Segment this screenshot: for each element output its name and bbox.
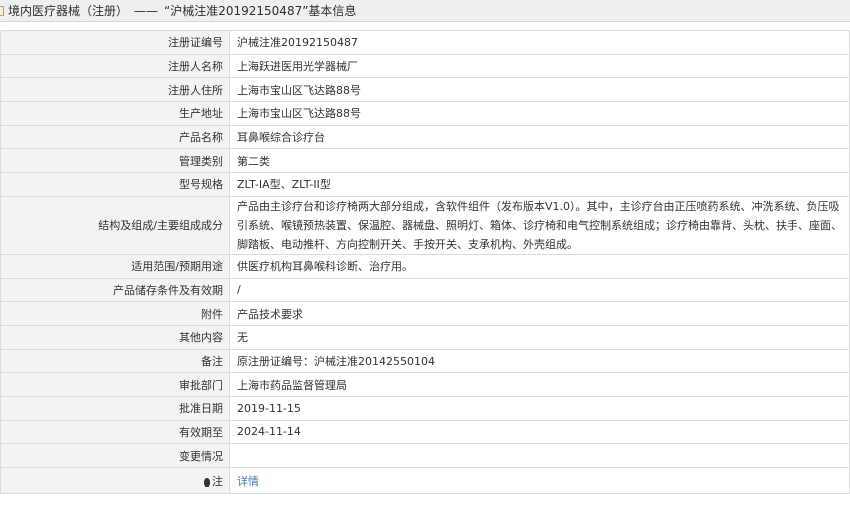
- row-value: 详情: [229, 467, 850, 494]
- page-header: 境内医疗器械（注册） —— “沪械注准20192150487”基本信息: [0, 0, 850, 22]
- row-label: 适用范围/预期用途: [0, 253, 230, 279]
- row-label: 结构及组成/主要组成成分: [0, 195, 230, 255]
- row-label: 注册人名称: [0, 53, 230, 79]
- row-value: 耳鼻喉综合诊疗台: [229, 124, 850, 150]
- row-label: 型号规格: [0, 172, 230, 197]
- page-title: “沪械注准20192150487”基本信息: [164, 4, 357, 18]
- table-row: 其他内容 无: [0, 324, 850, 350]
- row-value: 无: [229, 324, 850, 350]
- row-label: 产品名称: [0, 124, 230, 150]
- row-value: 沪械注准20192150487: [229, 30, 850, 55]
- row-value: 2019-11-15: [229, 395, 850, 421]
- row-label: 变更情况: [0, 443, 230, 468]
- table-row: 变更情况: [0, 443, 850, 468]
- details-link[interactable]: 详情: [237, 475, 259, 488]
- row-value: 上海市宝山区飞达路88号: [229, 101, 850, 126]
- lightbulb-icon: [204, 477, 210, 487]
- table-row: 产品储存条件及有效期 /: [0, 277, 850, 303]
- row-label: 生产地址: [0, 101, 230, 126]
- row-value: 第二类: [229, 148, 850, 174]
- header-category: 境内医疗器械（注册）: [8, 4, 129, 18]
- row-value: 上海市药品监督管理局: [229, 372, 850, 397]
- table-row: 注 详情: [0, 467, 850, 494]
- row-label: 备注: [0, 348, 230, 374]
- row-value: 产品由主诊疗台和诊疗椅两大部分组成，含软件组件（发布版本V1.0）。其中，主诊疗…: [229, 195, 850, 255]
- row-value: 原注册证编号：沪械注准20142550104: [229, 348, 850, 374]
- table-row: 结构及组成/主要组成成分 产品由主诊疗台和诊疗椅两大部分组成，含软件组件（发布版…: [0, 195, 850, 255]
- row-value: 上海跃进医用光学器械厂: [229, 53, 850, 79]
- table-row: 注册人住所 上海市宝山区飞达路88号: [0, 77, 850, 103]
- table-row: 审批部门 上海市药品监督管理局: [0, 372, 850, 397]
- table-row: 注册人名称 上海跃进医用光学器械厂: [0, 53, 850, 79]
- row-value: 上海市宝山区飞达路88号: [229, 77, 850, 103]
- row-value: 2024-11-14: [229, 419, 850, 445]
- row-label: 注册人住所: [0, 77, 230, 103]
- row-label: 审批部门: [0, 372, 230, 397]
- row-label: 产品储存条件及有效期: [0, 277, 230, 303]
- row-label: 管理类别: [0, 148, 230, 174]
- table-row: 有效期至 2024-11-14: [0, 419, 850, 445]
- row-label: 附件: [0, 301, 230, 326]
- note-label: 注: [212, 474, 223, 488]
- table-row: 型号规格 ZLT-IA型、ZLT-II型: [0, 172, 850, 197]
- row-label: 批准日期: [0, 395, 230, 421]
- row-value: [229, 443, 850, 468]
- row-value: 供医疗机构耳鼻喉科诊断、治疗用。: [229, 253, 850, 279]
- row-value: ZLT-IA型、ZLT-II型: [229, 172, 850, 197]
- row-value: /: [229, 277, 850, 303]
- table-row: 备注 原注册证编号：沪械注准20142550104: [0, 348, 850, 374]
- table-row: 管理类别 第二类: [0, 148, 850, 174]
- table-row: 批准日期 2019-11-15: [0, 395, 850, 421]
- row-label-note: 注: [0, 467, 230, 494]
- table-row: 注册证编号 沪械注准20192150487: [0, 30, 850, 55]
- header-separator: ——: [134, 3, 159, 18]
- registration-info-table: 注册证编号 沪械注准20192150487 注册人名称 上海跃进医用光学器械厂 …: [0, 30, 850, 494]
- table-row: 产品名称 耳鼻喉综合诊疗台: [0, 124, 850, 150]
- row-label: 有效期至: [0, 419, 230, 445]
- table-row: 附件 产品技术要求: [0, 301, 850, 326]
- row-value: 产品技术要求: [229, 301, 850, 326]
- document-icon: [0, 5, 7, 17]
- row-label: 其他内容: [0, 324, 230, 350]
- row-label: 注册证编号: [0, 30, 230, 55]
- table-row: 生产地址 上海市宝山区飞达路88号: [0, 101, 850, 126]
- table-row: 适用范围/预期用途 供医疗机构耳鼻喉科诊断、治疗用。: [0, 253, 850, 279]
